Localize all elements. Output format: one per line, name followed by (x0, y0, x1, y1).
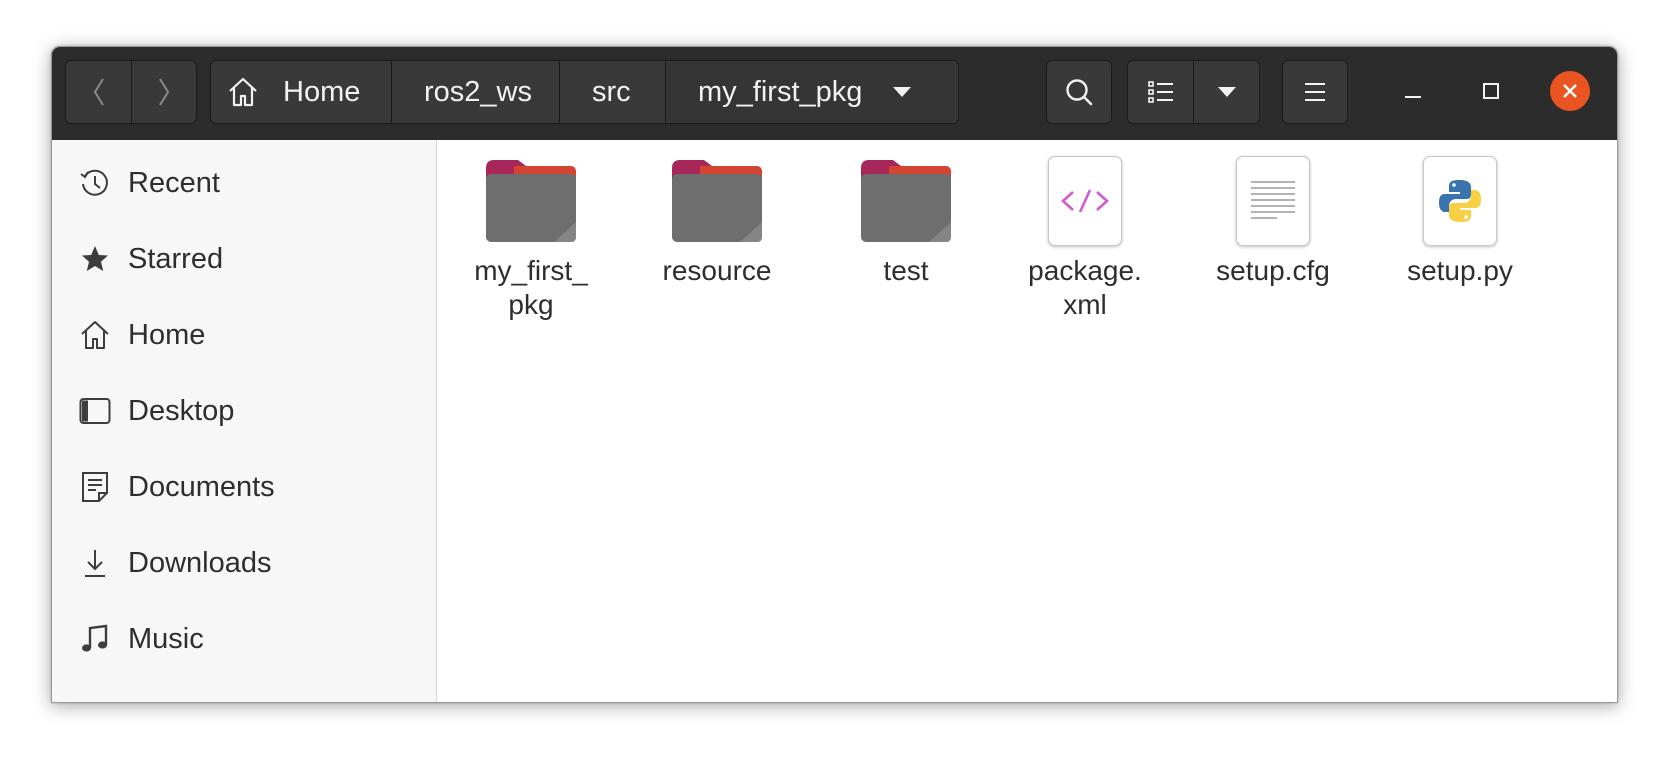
sidebar-item-recent[interactable]: Recent (52, 145, 436, 221)
folder-icon (856, 154, 956, 248)
home-icon (79, 319, 111, 351)
path-crumb-home[interactable]: Home (211, 61, 391, 123)
file-name: setup.cfg (1216, 255, 1330, 286)
file-item-setup-cfg[interactable]: setup.cfg (1193, 154, 1353, 288)
home-icon (227, 76, 259, 108)
sidebar-item-documents[interactable]: Documents (52, 449, 436, 525)
path-crumb-ros2-ws[interactable]: ros2_ws (391, 61, 559, 123)
back-button[interactable] (66, 61, 131, 123)
minimize-icon (1405, 96, 1421, 98)
music-icon (79, 623, 111, 655)
path-crumb-my-first-pkg[interactable]: my_first_pkg (665, 61, 958, 123)
star-icon (79, 243, 111, 275)
sidebar-item-label: Recent (128, 166, 220, 199)
list-view-button[interactable] (1128, 61, 1193, 123)
sidebar-item-music[interactable]: Music (52, 601, 436, 677)
view-options-button[interactable] (1193, 61, 1259, 123)
list-view-icon (1147, 81, 1173, 103)
menu-group (1282, 60, 1348, 124)
sidebar-item-label: Home (128, 318, 206, 351)
file-name: test (883, 255, 929, 286)
sidebar-item-label: Downloads (128, 546, 272, 579)
file-item-package-xml[interactable]: package. xml (1005, 154, 1165, 322)
path-crumb-label: Home (283, 75, 361, 108)
sidebar-item-label: Music (128, 622, 204, 655)
maximize-button[interactable] (1469, 69, 1513, 113)
folder-icon (667, 154, 767, 248)
path-crumb-src[interactable]: src (559, 61, 665, 123)
sidebar-item-starred[interactable]: Starred (52, 221, 436, 297)
main-menu-button[interactable] (1283, 61, 1347, 123)
file-manager-window: Home ros2_ws src my_first_pkg Recent Sta… (51, 46, 1618, 703)
caret-down-icon[interactable] (892, 86, 912, 98)
sidebar-item-label: Starred (128, 242, 224, 275)
search-group (1046, 60, 1112, 124)
file-name: setup.py (1407, 255, 1513, 286)
file-name: resource (662, 255, 772, 286)
chevron-right-icon (159, 78, 170, 106)
sidebar-item-downloads[interactable]: Downloads (52, 525, 436, 601)
search-icon (1066, 79, 1093, 106)
forward-button[interactable] (131, 61, 196, 123)
sidebar: Recent Starred Home Desktop Documents Do… (52, 140, 437, 702)
path-crumb-label: my_first_pkg (698, 75, 863, 108)
nav-buttons (65, 60, 197, 124)
folder-icon (481, 154, 581, 248)
path-bar: Home ros2_ws src my_first_pkg (210, 60, 959, 124)
recent-icon (79, 167, 111, 199)
python-file-icon (1410, 154, 1510, 248)
downloads-icon (79, 547, 111, 579)
file-item-test[interactable]: test (826, 154, 986, 288)
sidebar-item-label: Documents (128, 470, 275, 503)
file-grid: my_first_ pkg resource test package. xml… (437, 140, 1617, 702)
file-item-resource[interactable]: resource (637, 154, 797, 288)
maximize-icon (1483, 83, 1499, 99)
path-crumb-label: src (592, 75, 631, 108)
sidebar-item-desktop[interactable]: Desktop (52, 373, 436, 449)
text-file-icon (1223, 154, 1323, 248)
caret-down-icon (1217, 87, 1236, 97)
file-item-my-first-pkg[interactable]: my_first_ pkg (451, 154, 611, 322)
header-bar: Home ros2_ws src my_first_pkg (52, 47, 1617, 140)
desktop-icon (79, 395, 111, 427)
file-name: package. xml (1028, 255, 1142, 320)
file-name: my_first_ pkg (474, 255, 588, 320)
path-crumb-label: ros2_ws (424, 75, 532, 108)
view-group (1127, 60, 1260, 124)
close-icon (1563, 84, 1577, 98)
xml-file-icon (1035, 154, 1135, 248)
close-button[interactable] (1550, 71, 1590, 111)
minimize-button[interactable] (1391, 69, 1435, 113)
chevron-left-icon (93, 78, 104, 106)
hamburger-menu-icon (1305, 83, 1325, 101)
documents-icon (79, 471, 111, 503)
sidebar-item-label: Desktop (128, 394, 235, 427)
sidebar-item-home[interactable]: Home (52, 297, 436, 373)
file-item-setup-py[interactable]: setup.py (1380, 154, 1540, 288)
search-button[interactable] (1047, 61, 1111, 123)
